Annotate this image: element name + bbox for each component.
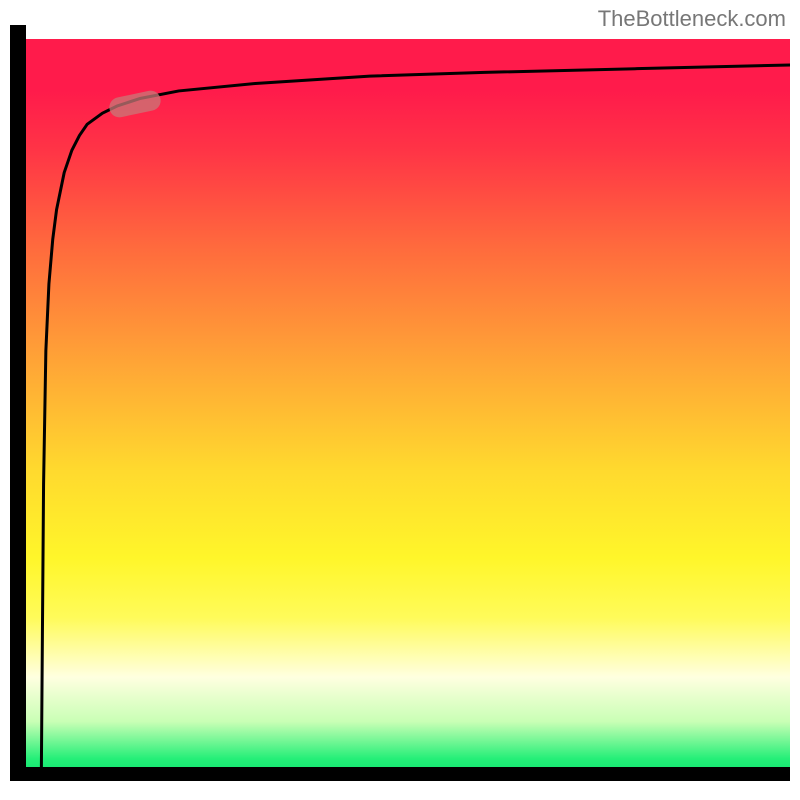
plot-area: [26, 39, 790, 781]
page-root: TheBottleneck.com: [0, 0, 800, 800]
gradient-background: [26, 39, 790, 781]
chart-frame: [10, 25, 790, 781]
attribution-text: TheBottleneck.com: [598, 6, 786, 32]
